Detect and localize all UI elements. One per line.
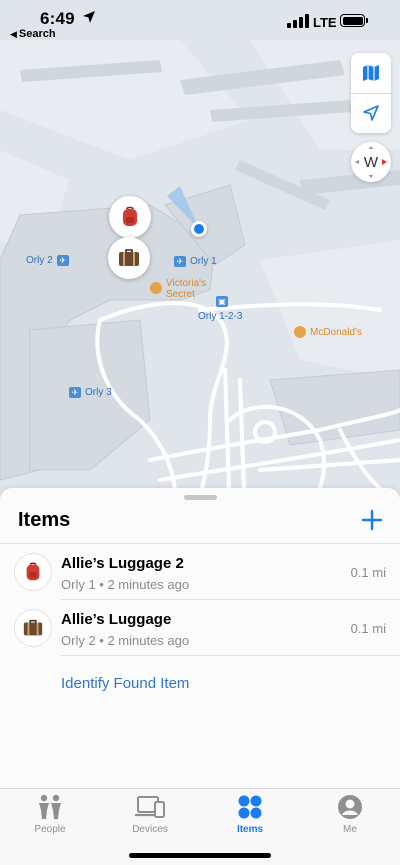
train-icon: ▣: [216, 296, 228, 307]
tab-people[interactable]: People: [10, 794, 90, 835]
map-label-text: Victoria's: [166, 278, 207, 289]
map-label-orly1[interactable]: ✈ Orly 1: [174, 256, 217, 267]
map-label-train-icon: ▣: [216, 296, 228, 307]
brown-suitcase-icon: [23, 619, 43, 636]
map-pin-backpack[interactable]: [109, 196, 151, 238]
compass-button[interactable]: W: [351, 142, 391, 182]
tab-label: Items: [236, 824, 264, 835]
battery-icon: [340, 14, 368, 27]
item-name: Allie’s Luggage 2: [61, 555, 184, 572]
map-label-orly123[interactable]: Orly 1-2-3: [198, 311, 242, 322]
back-to-search-link[interactable]: ◀ Search: [10, 28, 56, 40]
location-arrow-outline-icon: [363, 105, 379, 121]
track-location-button[interactable]: [351, 93, 391, 133]
shopping-bag-icon: [150, 282, 162, 294]
map-icon: [363, 65, 379, 81]
airport-icon: ✈: [174, 256, 186, 267]
item-subtitle: Orly 1 • 2 minutes ago: [61, 577, 190, 592]
item-distance: 0.1 mi: [350, 565, 386, 580]
map-controls: [351, 53, 391, 133]
identify-found-item-link[interactable]: Identify Found Item: [61, 675, 189, 692]
tab-items[interactable]: Items: [210, 794, 290, 835]
map-label-victorias-secret[interactable]: Victoria's Secret: [150, 278, 206, 300]
map-label-text: McDonald's: [310, 326, 362, 338]
status-time: 6:49: [40, 9, 75, 28]
tab-label: Me: [343, 824, 357, 835]
brown-suitcase-icon: [119, 249, 139, 266]
map-pin-suitcase[interactable]: [108, 237, 150, 279]
map-view[interactable]: 6:49 ◀ Search LTE W Orly 2 ✈ ✈ Orly 1 Vi…: [0, 0, 400, 520]
map-label-text: Secret: [166, 289, 195, 300]
item-thumbnail: [15, 610, 51, 646]
airport-icon: ✈: [56, 255, 69, 266]
red-backpack-icon: [26, 562, 40, 581]
map-label-mcdonalds[interactable]: McDonald's: [294, 326, 362, 338]
map-label-orly2[interactable]: Orly 2 ✈: [26, 255, 69, 266]
network-type: LTE: [313, 15, 337, 30]
tab-label: People: [34, 824, 66, 835]
add-item-button[interactable]: [360, 508, 384, 532]
sheet-grabber[interactable]: [184, 495, 217, 500]
map-label-text: Orly 1: [190, 256, 217, 267]
status-bar: 6:49 ◀ Search LTE: [0, 0, 400, 44]
item-distance: 0.1 mi: [350, 621, 386, 636]
item-subtitle: Orly 2 • 2 minutes ago: [61, 633, 190, 648]
tab-me[interactable]: Me: [310, 794, 390, 835]
map-label-text: Orly 2: [26, 255, 53, 266]
items-icon: [238, 795, 262, 819]
me-icon: [338, 795, 362, 819]
people-icon: [39, 794, 61, 819]
map-label-orly3[interactable]: ✈ Orly 3: [69, 387, 112, 398]
airport-icon: ✈: [69, 387, 81, 398]
items-sheet: Items Allie’s Luggage 2 Orly 1 • 2 minut…: [0, 488, 400, 788]
back-label: Search: [18, 28, 56, 40]
current-location-dot: [191, 221, 207, 237]
tab-devices[interactable]: Devices: [110, 794, 190, 835]
tab-label: Devices: [132, 824, 168, 835]
map-mode-button[interactable]: [351, 53, 391, 93]
cellular-signal-icon: [287, 14, 309, 28]
item-row-luggage[interactable]: Allie’s Luggage Orly 2 • 2 minutes ago 0…: [0, 600, 400, 656]
devices-icon: [135, 796, 165, 818]
item-row-luggage-2[interactable]: Allie’s Luggage 2 Orly 1 • 2 minutes ago…: [0, 544, 400, 600]
red-backpack-icon: [123, 206, 137, 226]
back-triangle-icon: ◀: [10, 29, 17, 39]
fork-knife-icon: [294, 326, 306, 338]
sheet-title: Items: [18, 509, 71, 531]
location-arrow-icon: [83, 11, 95, 23]
map-label-text: Orly 3: [85, 387, 112, 398]
compass-icon: [355, 146, 387, 178]
home-indicator: [129, 853, 271, 858]
map-label-text: Orly 1-2-3: [198, 311, 243, 322]
item-thumbnail: [15, 554, 51, 590]
item-name: Allie’s Luggage: [61, 611, 172, 628]
